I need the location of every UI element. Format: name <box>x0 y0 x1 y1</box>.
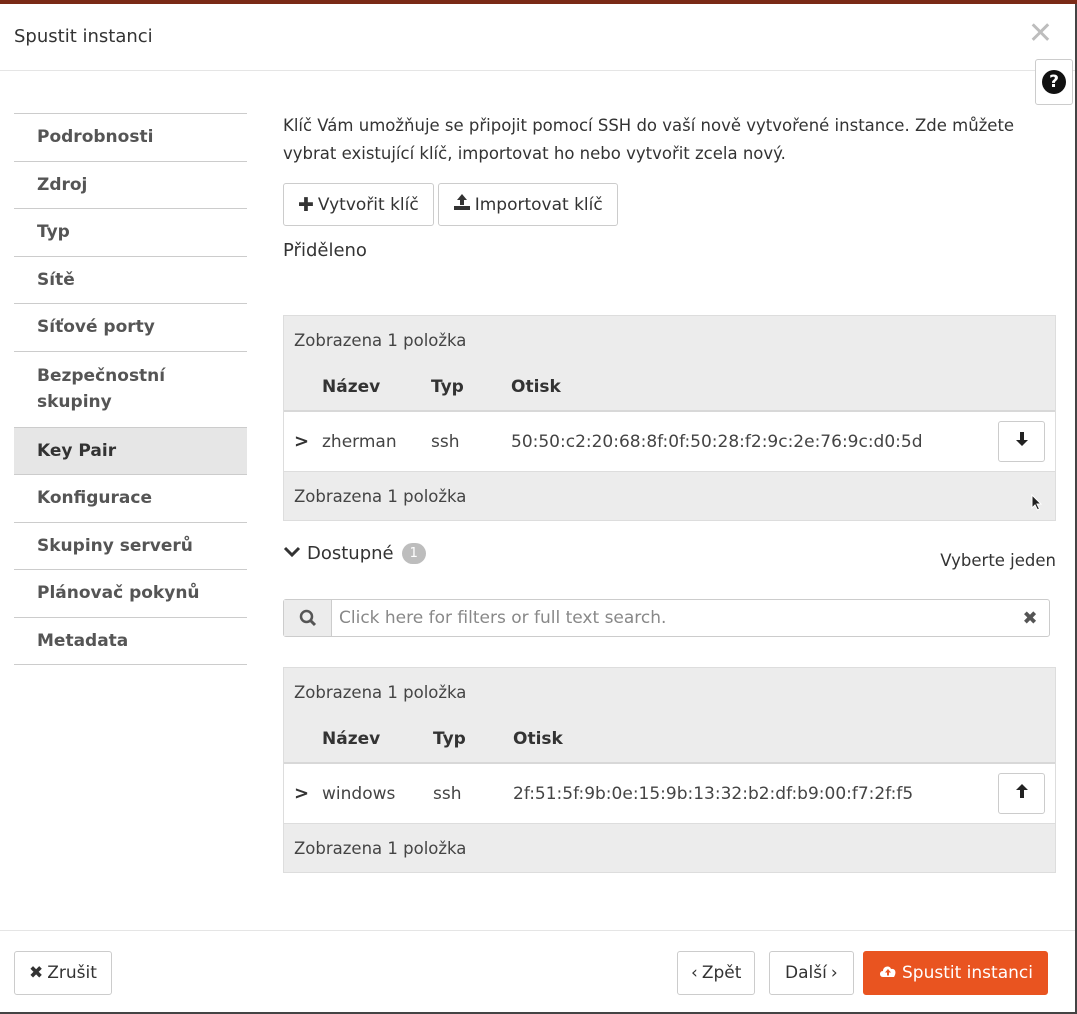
table-footer-info: Zobrazena 1 položka <box>284 472 1055 520</box>
search-input[interactable] <box>332 600 1011 636</box>
column-header-type[interactable]: Typ <box>431 377 511 397</box>
nav-item-label: Sítě <box>37 269 75 290</box>
allocated-table: Zobrazena 1 položka Název Typ Otisk > zh… <box>283 315 1056 521</box>
select-one-hint: Vyberte jeden <box>940 551 1056 570</box>
launch-instance-modal: Spustit instanci ✕ ? Podrobnosti Zdroj T… <box>0 4 1077 1014</box>
intro-text: Klíč Vám umožňuje se připojit pomocí SSH… <box>283 116 1015 163</box>
chevron-down-icon <box>283 543 301 564</box>
table-info: Zobrazena 1 položka <box>284 316 1055 364</box>
import-key-label: Importovat klíč <box>474 194 603 215</box>
nav-item-podrobnosti[interactable]: Podrobnosti <box>14 114 247 162</box>
deallocate-button[interactable] <box>998 421 1045 462</box>
back-label: Zpět <box>701 963 742 983</box>
nav-item-label: Bezpečnostní skupiny <box>37 366 166 412</box>
nav-item-konfigurace[interactable]: Konfigurace <box>14 475 247 523</box>
nav-item-label: Metadata <box>37 630 129 651</box>
allocated-title: Přiděleno <box>283 240 367 261</box>
close-icon: ✖ <box>29 963 44 983</box>
wizard-nav: Podrobnosti Zdroj Typ Sítě Síťové porty … <box>14 113 247 665</box>
chevron-right-icon: › <box>830 963 838 983</box>
nav-item-label: Podrobnosti <box>37 127 154 148</box>
nav-item-zdroj[interactable]: Zdroj <box>14 162 247 209</box>
nav-item-site[interactable]: Sítě <box>14 257 247 304</box>
launch-label: Spustit instanci <box>902 963 1033 983</box>
column-header-fingerprint[interactable]: Otisk <box>511 377 561 397</box>
column-header-fingerprint[interactable]: Otisk <box>513 729 563 749</box>
plus-icon: ✚ <box>298 193 314 216</box>
arrow-down-icon <box>1015 431 1029 452</box>
available-count-badge: 1 <box>401 543 426 564</box>
nav-item-metadata[interactable]: Metadata <box>14 618 247 665</box>
nav-item-skupiny-serveru[interactable]: Skupiny serverů <box>14 523 247 570</box>
nav-item-key-pair[interactable]: Key Pair <box>14 427 247 475</box>
nav-item-label: Konfigurace <box>37 488 152 509</box>
import-key-button[interactable]: Importovat klíč <box>437 183 618 226</box>
create-key-button[interactable]: ✚ Vytvořit klíč <box>283 183 434 226</box>
table-header: Název Typ Otisk <box>284 364 1055 412</box>
launch-instance-button[interactable]: Spustit instanci <box>863 951 1048 995</box>
nav-item-label: Zdroj <box>37 174 88 195</box>
key-fingerprint: 2f:51:5f:9b:0e:15:9b:13:32:b2:df:b9:00:f… <box>513 783 914 804</box>
help-icon: ? <box>1042 70 1066 94</box>
nav-item-label: Síťové porty <box>37 317 155 338</box>
modal-title: Spustit instanci <box>14 26 153 47</box>
nav-item-planovac-pokynu[interactable]: Plánovač pokynů <box>14 570 247 618</box>
available-header: Dostupné 1 Vyberte jeden <box>283 543 1056 573</box>
modal-header: Spustit instanci ✕ <box>0 4 1075 71</box>
back-button[interactable]: ‹ Zpět <box>677 951 756 995</box>
chevron-right-icon[interactable]: > <box>284 783 322 804</box>
mouse-cursor-icon <box>1031 493 1043 516</box>
nav-item-label: Key Pair <box>37 440 117 461</box>
next-button[interactable]: Další › <box>769 951 854 995</box>
close-icon[interactable]: ✕ <box>1028 19 1053 49</box>
allocate-button[interactable] <box>998 773 1045 814</box>
table-footer-info: Zobrazena 1 položka <box>284 824 1055 872</box>
upload-icon <box>453 193 471 216</box>
table-header: Název Typ Otisk <box>284 716 1055 764</box>
column-header-type[interactable]: Typ <box>433 729 513 749</box>
key-type: ssh <box>431 431 460 452</box>
nav-item-bezpecnostni-skupiny[interactable]: Bezpečnostní skupiny <box>14 352 247 428</box>
clear-search-icon[interactable]: ✖ <box>1011 600 1049 636</box>
key-type: ssh <box>433 783 462 804</box>
available-title: Dostupné <box>307 543 394 564</box>
key-actions: ✚ Vytvořit klíč Importovat klíč <box>283 183 618 226</box>
search-bar: ✖ <box>283 599 1050 637</box>
chevron-right-icon[interactable]: > <box>284 431 322 452</box>
key-fingerprint: 50:50:c2:20:68:8f:0f:50:28:f2:9c:2e:76:9… <box>511 431 923 452</box>
key-pair-panel: Klíč Vám umožňuje se připojit pomocí SSH… <box>283 112 1056 873</box>
nav-item-label: Skupiny serverů <box>37 535 193 556</box>
table-row: > zherman ssh 50:50:c2:20:68:8f:0f:50:28… <box>284 412 1055 472</box>
available-table: Zobrazena 1 položka Název Typ Otisk > wi… <box>283 667 1056 873</box>
create-key-label: Vytvořit klíč <box>317 194 419 215</box>
table-info: Zobrazena 1 položka <box>284 668 1055 716</box>
key-name: windows <box>322 783 396 804</box>
arrow-up-icon <box>1015 783 1029 804</box>
column-header-name[interactable]: Název <box>322 377 431 397</box>
cancel-label: Zrušit <box>47 963 97 983</box>
cloud-upload-icon <box>878 963 898 984</box>
nav-item-sitove-porty[interactable]: Síťové porty <box>14 304 247 352</box>
help-button[interactable]: ? <box>1035 59 1073 105</box>
next-label: Další <box>785 963 827 983</box>
nav-item-typ[interactable]: Typ <box>14 209 247 257</box>
search-icon <box>284 600 332 636</box>
modal-footer: ✖ Zrušit ‹ Zpět Další › Spustit instanci <box>0 930 1075 1014</box>
cancel-button[interactable]: ✖ Zrušit <box>14 951 112 995</box>
key-name: zherman <box>322 431 397 452</box>
chevron-left-icon: ‹ <box>691 963 698 983</box>
nav-item-label: Plánovač pokynů <box>37 583 200 604</box>
nav-item-label: Typ <box>37 222 70 243</box>
column-header-name[interactable]: Název <box>322 729 433 749</box>
table-row: > windows ssh 2f:51:5f:9b:0e:15:9b:13:32… <box>284 764 1055 824</box>
